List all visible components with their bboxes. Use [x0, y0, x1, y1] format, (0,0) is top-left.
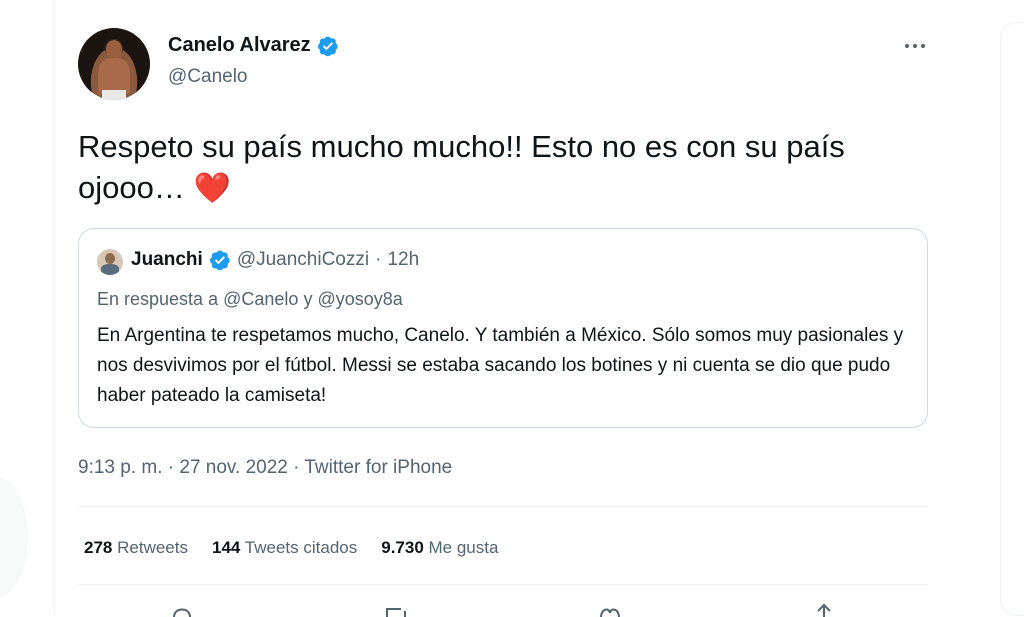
quoted-body: En Argentina te respetamos mucho, Canelo… [97, 325, 904, 406]
action-bar [78, 603, 928, 617]
avatar-head [106, 40, 122, 60]
quoted-avatar-body [101, 264, 119, 275]
likes-stat[interactable]: 9.730 Me gusta [381, 538, 498, 558]
tweet-text: Respeto su país mucho mucho!! Esto no es… [78, 126, 938, 209]
divider [78, 506, 928, 507]
quote-tweets-count: 144 [211, 538, 241, 557]
dot [921, 44, 925, 48]
likes-count: 9.730 [381, 538, 424, 557]
author-name[interactable]: Canelo Alvarez [168, 34, 311, 57]
author-avatar[interactable] [78, 28, 150, 100]
reply-mention-canelo[interactable]: @Canelo [223, 289, 298, 309]
divider [78, 584, 928, 585]
reply-icon[interactable] [170, 603, 194, 617]
quoted-reply-context: En respuesta a @Canelo y @yosoy8a [97, 289, 403, 310]
quoted-author-handle: @JuanchiCozzi [236, 249, 370, 270]
quoted-author-name: Juanchi [131, 249, 203, 270]
reply-conjunction: y [303, 289, 313, 309]
avatar-torso [98, 58, 130, 94]
retweets-count: 278 [84, 538, 113, 557]
dot [905, 44, 909, 48]
likes-label: Me gusta [428, 538, 499, 557]
more-options-icon[interactable] [902, 36, 928, 56]
quoted-avatar-head [105, 253, 115, 264]
quote-tweets-stat[interactable]: 144 Tweets citados [212, 538, 357, 558]
dot [913, 44, 917, 48]
quoted-author-avatar [97, 249, 123, 275]
reply-mention-yosoy8a[interactable]: @yosoy8a [317, 289, 402, 309]
heart-emoji-icon: ❤️ [193, 172, 231, 205]
tweet-text-line-2-text: ojooo… [78, 170, 185, 205]
like-icon[interactable] [598, 603, 622, 617]
share-icon[interactable] [812, 603, 836, 617]
engagement-stats: 278 Retweets 144 Tweets citados 9.730 Me… [84, 538, 498, 558]
quoted-time: 12h [387, 249, 420, 270]
quoted-verified-badge-icon [209, 250, 230, 271]
right-sidebar-card [1000, 22, 1024, 616]
quoted-tweet-card[interactable]: Juanchi @JuanchiCozzi · 12h En respuesta… [78, 228, 928, 428]
tweet-text-line-1: Respeto su país mucho mucho!! Esto no es… [78, 129, 845, 164]
quote-tweets-label: Tweets citados [244, 538, 358, 557]
verified-badge-icon [317, 36, 338, 56]
avatar-shorts [102, 90, 126, 100]
retweet-icon[interactable] [384, 603, 408, 617]
author-handle[interactable]: @Canelo [168, 66, 248, 88]
tweet-text-line-2: ojooo… ❤️ [78, 167, 938, 209]
reply-prefix: En respuesta a [97, 289, 219, 309]
retweets-stat[interactable]: 278 Retweets [84, 538, 188, 558]
author-name-row[interactable]: Canelo Alvarez [168, 34, 339, 57]
tweet-timestamp-source[interactable]: 9:13 p. m. · 27 nov. 2022 · Twitter for … [78, 457, 452, 479]
quoted-separator: · [375, 249, 382, 270]
quoted-header: Juanchi @JuanchiCozzi · 12h [131, 249, 419, 271]
retweets-label: Retweets [117, 538, 188, 557]
